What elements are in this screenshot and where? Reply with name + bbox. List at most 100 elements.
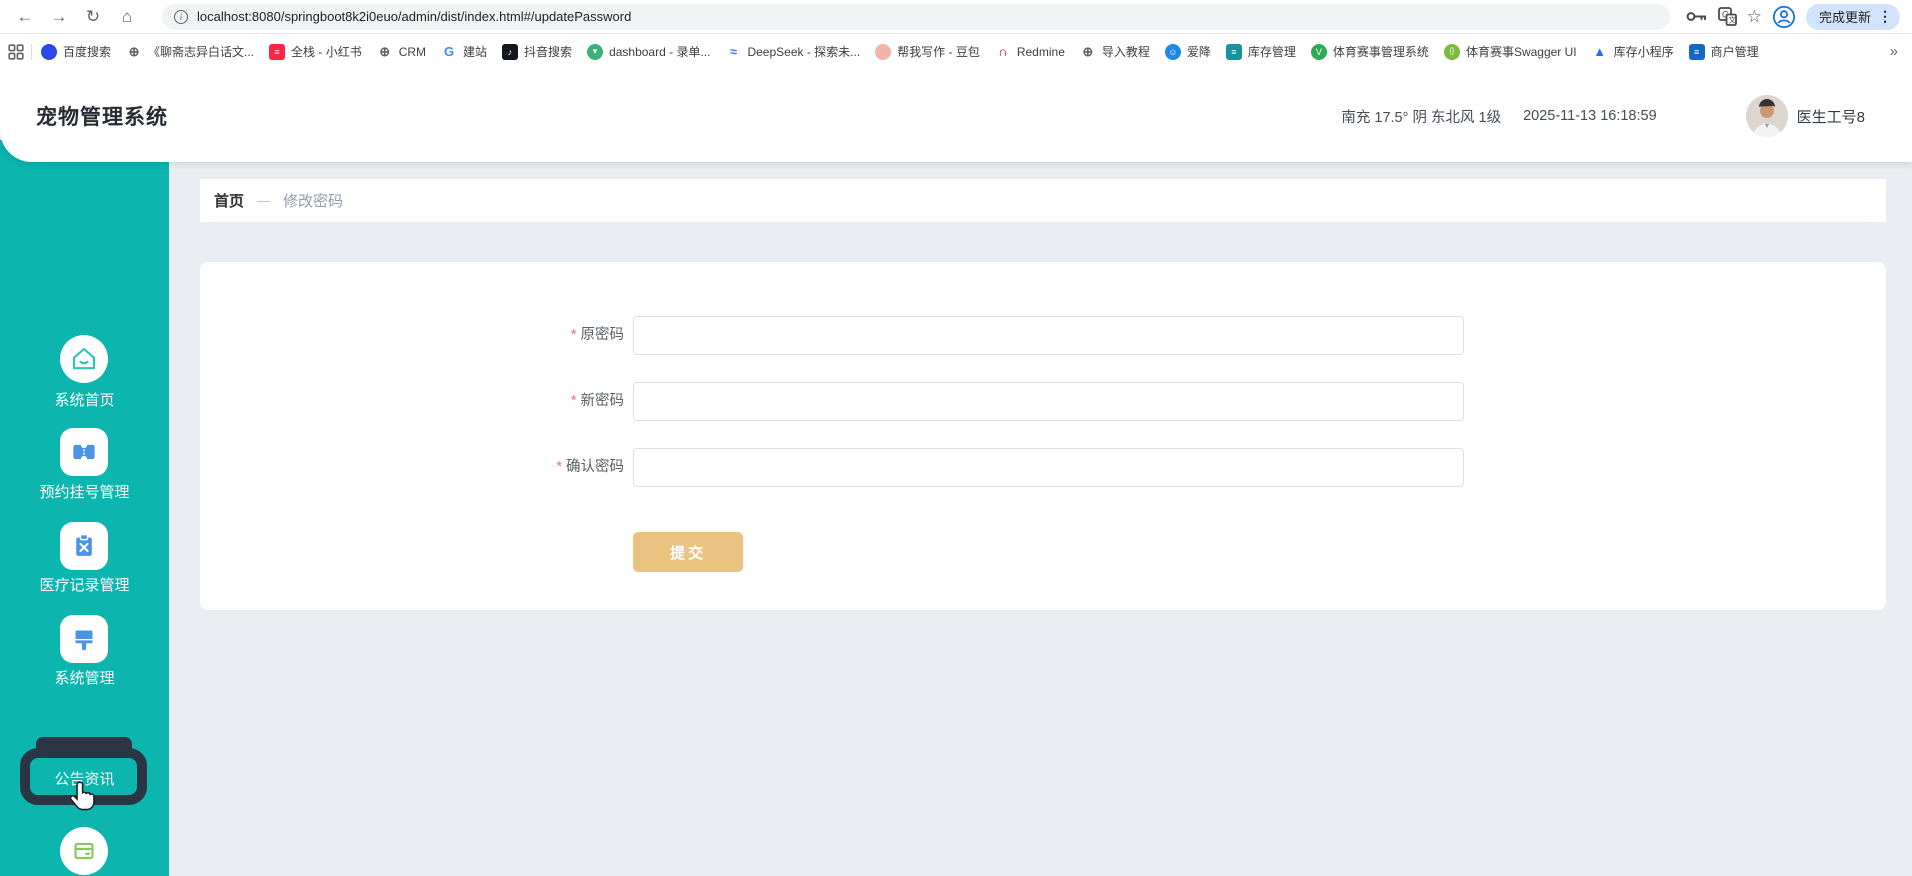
sidebar: 系统首页 预约挂号管理 医疗记录管理 系统管理 公告资讯 个人中心	[0, 140, 169, 876]
forward-icon: →	[50, 6, 68, 26]
wallet-card-icon	[60, 827, 108, 875]
bookmark-label: 库存小程序	[1613, 45, 1674, 59]
sports-favicon: V	[1310, 43, 1327, 60]
url-text[interactable]: localhost:8080/springboot8k2i0euo/admin/…	[197, 9, 631, 24]
xiaohongshu-favicon: ≡	[269, 43, 286, 60]
site-info-icon[interactable]: i	[174, 9, 188, 24]
bookmark-label: 帮我写作 - 豆包	[897, 45, 980, 59]
reload-button[interactable]: ↻	[76, 3, 110, 31]
miniprogram-favicon: ▲	[1593, 44, 1607, 59]
browser-toolbar: ← → ↻ ⌂ i localhost:8080/springboot8k2i0…	[0, 0, 1912, 34]
g-favicon: G	[443, 44, 455, 59]
mouse-cursor-icon	[69, 781, 95, 816]
merchant-favicon: ≡	[1688, 43, 1705, 60]
bookmark-item[interactable]: ≈ DeepSeek - 探索未...	[725, 43, 860, 60]
form-row-new-password: * 新密码	[200, 382, 1886, 421]
weather-text: 南充 17.5° 阴 东北风 1级	[1341, 109, 1502, 126]
sidebar-item-label: 医疗记录管理	[39, 577, 130, 594]
bookmark-label: DeepSeek - 探索未...	[747, 45, 861, 59]
bookmarks-divider	[31, 43, 32, 60]
smiley-favicon: ☺	[1164, 43, 1181, 60]
bookmark-item[interactable]: 帮我写作 - 豆包	[875, 43, 980, 60]
sidebar-item-label: 系统管理	[54, 670, 115, 687]
bookmark-label: 库存管理	[1247, 45, 1296, 59]
breadcrumb-current: 修改密码	[283, 193, 344, 210]
deepseek-favicon: ≈	[729, 44, 738, 59]
bookmark-label: 体育赛事管理系统	[1332, 45, 1429, 59]
toolbar-right-icons: G文 ☆ 完成更新 ⋮	[1686, 3, 1900, 30]
bookmark-item[interactable]: ☺ 爱降	[1164, 43, 1211, 60]
bookmark-label: Redmine	[1016, 44, 1065, 59]
form-row-confirm-password: * 确认密码	[200, 448, 1886, 487]
bookmark-item[interactable]: G 建站	[441, 43, 487, 60]
new-password-input[interactable]	[633, 382, 1464, 421]
old-password-input[interactable]	[633, 316, 1464, 355]
baidu-favicon	[41, 43, 57, 60]
bookmark-label: CRM	[398, 44, 427, 59]
inventory-favicon: ≡	[1225, 43, 1242, 60]
globe-favicon: ⊕	[379, 43, 391, 59]
home-button[interactable]: ⌂	[110, 3, 144, 31]
new-password-label: * 新密码	[570, 393, 624, 409]
swagger-favicon: {}	[1443, 43, 1460, 60]
doubao-favicon	[875, 43, 892, 60]
bookmark-star-icon[interactable]: ☆	[1747, 7, 1762, 27]
apps-grid-icon[interactable]	[8, 43, 24, 60]
forward-button[interactable]: →	[42, 3, 76, 31]
bookmark-item[interactable]: ⊕ 导入教程	[1080, 43, 1150, 60]
bookmark-label: 建站	[463, 45, 488, 59]
dashboard-favicon: ▾	[587, 43, 604, 60]
bookmark-label: 体育赛事Swagger UI	[1465, 45, 1577, 59]
globe-favicon: ⊕	[128, 43, 140, 59]
home-icon: ⌂	[121, 6, 133, 26]
back-button[interactable]: ←	[8, 3, 42, 31]
bookmark-item[interactable]: 百度搜索	[41, 43, 111, 60]
douyin-favicon: ♪	[502, 43, 519, 60]
bookmark-item[interactable]: ▾ dashboard - 录单...	[587, 43, 710, 60]
redmine-favicon: ∩	[998, 44, 1008, 59]
update-password-card: * 原密码 * 新密码 * 确认密码 提交	[200, 262, 1886, 610]
confirm-password-input[interactable]	[633, 448, 1464, 487]
bookmark-item[interactable]: V 体育赛事管理系统	[1310, 43, 1429, 60]
bookmark-label: 商户管理	[1710, 45, 1759, 59]
old-password-label: * 原密码	[570, 327, 624, 343]
bookmarks-bar: 百度搜索 ⊕ 《聊斋志异白话文... ≡ 全栈 - 小红书 ⊕ CRM G 建站 ♪ 抖音…	[0, 34, 1912, 69]
home-icon	[60, 335, 108, 383]
bookmark-item[interactable]: ⊕ 《聊斋志异白话文...	[126, 43, 254, 60]
bookmark-label: 全栈 - 小红书	[291, 45, 362, 59]
browser-chrome: ← → ↻ ⌂ i localhost:8080/springboot8k2i0…	[0, 0, 1912, 70]
bookmark-item[interactable]: ∩ Redmine	[995, 44, 1065, 60]
bookmark-label: dashboard - 录单...	[609, 45, 711, 59]
submit-button[interactable]: 提交	[633, 532, 743, 572]
username-text: 医生工号8	[1796, 108, 1865, 126]
bookmark-item[interactable]: ⊕ CRM	[377, 44, 426, 60]
required-asterisk: *	[570, 393, 577, 409]
bookmarks-overflow-chevron[interactable]: »	[1890, 43, 1902, 60]
bookmark-item[interactable]: ▲ 库存小程序	[1592, 43, 1674, 60]
bookmark-label: 抖音搜索	[524, 45, 573, 59]
form-row-old-password: * 原密码	[200, 316, 1886, 355]
bookmark-label: 导入教程	[1101, 45, 1150, 59]
confirm-password-label: * 确认密码	[556, 459, 624, 475]
svg-text:文: 文	[1728, 15, 1736, 25]
avatar[interactable]	[1745, 95, 1788, 137]
bookmark-item[interactable]: ♪ 抖音搜索	[502, 43, 572, 60]
bookmark-label: 百度搜索	[63, 45, 112, 59]
bookmark-item[interactable]: ≡ 全栈 - 小红书	[269, 43, 362, 60]
breadcrumb-separator: —	[257, 193, 271, 208]
sidebar-item-label: 预约挂号管理	[39, 484, 130, 501]
clipboard-x-icon	[60, 522, 108, 570]
breadcrumb-home-link[interactable]: 首页	[214, 190, 244, 211]
bookmark-item[interactable]: {} 体育赛事Swagger UI	[1443, 43, 1577, 60]
bookmark-item[interactable]: ≡ 库存管理	[1225, 43, 1296, 60]
required-asterisk: *	[556, 459, 562, 475]
more-menu-icon[interactable]: ⋮	[1878, 8, 1892, 25]
translate-icon[interactable]: G文	[1717, 7, 1737, 26]
password-key-icon[interactable]	[1686, 10, 1708, 23]
address-bar[interactable]: i localhost:8080/springboot8k2i0euo/admi…	[162, 3, 1670, 30]
datetime-text: 2025-11-13 16:18:59	[1523, 108, 1657, 124]
bookmark-item[interactable]: ≡ 商户管理	[1688, 43, 1759, 60]
profile-icon[interactable]	[1772, 5, 1796, 29]
browser-update-button[interactable]: 完成更新 ⋮	[1805, 3, 1900, 30]
ticket-icon	[60, 428, 108, 476]
